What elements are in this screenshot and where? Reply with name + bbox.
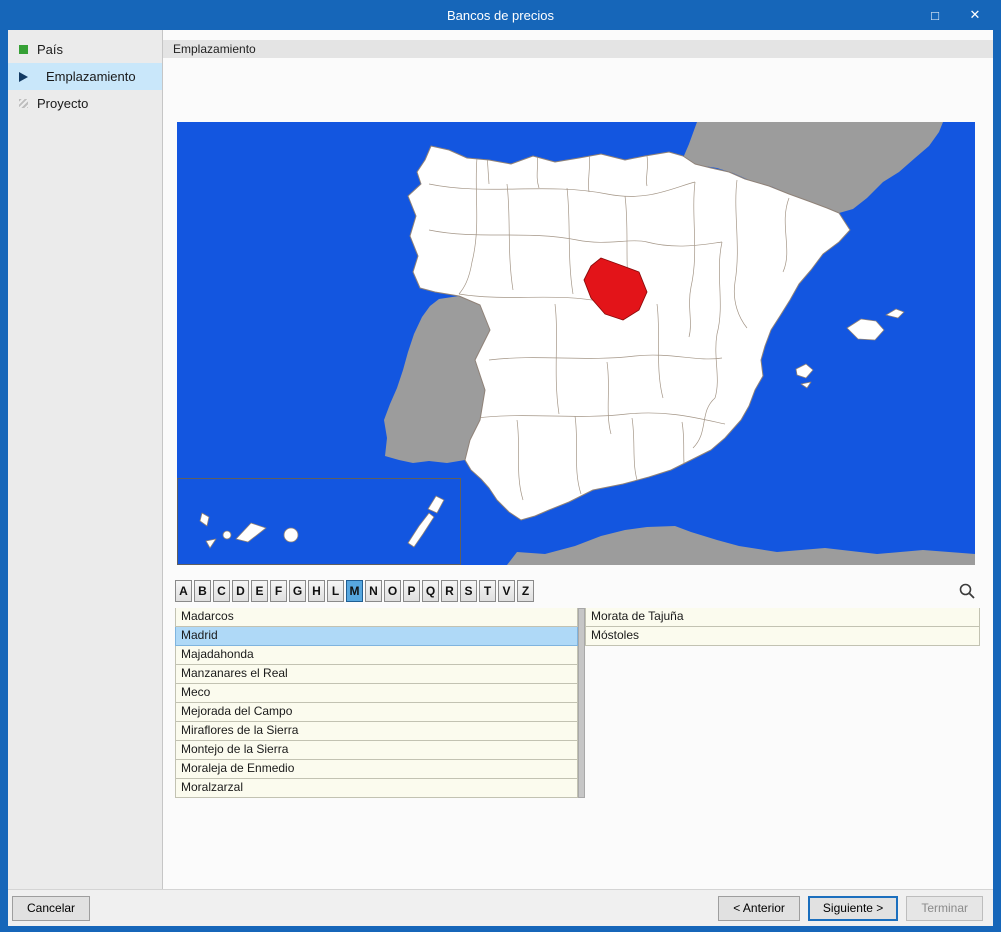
footer-bar: Cancelar < Anterior Siguiente > Terminar <box>8 889 993 926</box>
window-controls: □ ✕ <box>915 0 1001 30</box>
letter-button[interactable]: S <box>460 580 477 602</box>
letter-button[interactable]: V <box>498 580 515 602</box>
maximize-icon: □ <box>931 7 939 23</box>
scrollbar-thumb[interactable] <box>579 609 584 797</box>
letter-button[interactable]: Z <box>517 580 534 602</box>
titlebar[interactable]: Bancos de precios □ ✕ <box>0 0 1001 30</box>
step-label: Emplazamiento <box>46 69 136 84</box>
municipality-list: Madarcos Madrid Majadahonda Manzanares e… <box>175 608 980 798</box>
wizard-window: Bancos de precios □ ✕ País Emplazamiento… <box>0 0 1001 932</box>
municipality-item[interactable]: Manzanares el Real <box>175 665 578 684</box>
letter-button[interactable]: E <box>251 580 268 602</box>
completed-step-icon <box>19 45 28 54</box>
letter-button[interactable]: L <box>327 580 344 602</box>
letter-button[interactable]: H <box>308 580 325 602</box>
next-button[interactable]: Siguiente > <box>807 895 899 921</box>
sidebar-item-pais[interactable]: País <box>8 36 162 63</box>
letter-button[interactable]: T <box>479 580 496 602</box>
current-step-arrow-icon <box>19 71 37 82</box>
municipality-item[interactable]: Madrid <box>175 627 578 646</box>
step-label: Proyecto <box>37 96 89 111</box>
pending-step-icon <box>19 99 28 108</box>
municipality-column-1: Madarcos Madrid Majadahonda Manzanares e… <box>175 608 578 798</box>
letter-button[interactable]: M <box>346 580 363 602</box>
letter-button[interactable]: P <box>403 580 420 602</box>
letter-button[interactable]: N <box>365 580 382 602</box>
close-icon: ✕ <box>969 7 981 22</box>
spain-map[interactable] <box>177 122 975 565</box>
sidebar-item-emplazamiento[interactable]: Emplazamiento <box>8 63 162 90</box>
municipality-item[interactable]: Madarcos <box>175 608 578 627</box>
search-icon <box>959 583 975 599</box>
letter-button[interactable]: R <box>441 580 458 602</box>
letter-button[interactable]: Q <box>422 580 439 602</box>
list-scrollbar[interactable] <box>578 608 585 798</box>
letter-button[interactable]: D <box>232 580 249 602</box>
letter-button[interactable]: B <box>194 580 211 602</box>
close-button[interactable]: ✕ <box>955 0 995 30</box>
cancel-button[interactable]: Cancelar <box>12 895 91 921</box>
municipality-item[interactable]: Mejorada del Campo <box>175 703 578 722</box>
main-panel: Emplazamiento A B C D E F G H L M N O P … <box>163 30 993 889</box>
letter-row: A B C D E F G H L M N O P Q R S T V Z <box>175 580 980 602</box>
letter-filter-bar: A B C D E F G H L M N O P Q R S T V Z <box>175 580 534 602</box>
municipality-item[interactable]: Montejo de la Sierra <box>175 741 578 760</box>
section-header: Emplazamiento <box>163 40 993 58</box>
search-button[interactable] <box>956 580 978 602</box>
previous-button[interactable]: < Anterior <box>718 895 800 921</box>
letter-button[interactable]: A <box>175 580 192 602</box>
step-label: País <box>37 42 64 57</box>
section-header-label: Emplazamiento <box>173 42 256 56</box>
maximize-button[interactable]: □ <box>915 0 955 30</box>
sidebar-item-proyecto[interactable]: Proyecto <box>8 90 162 117</box>
municipality-item[interactable]: Majadahonda <box>175 646 578 665</box>
municipality-item[interactable]: Morata de Tajuña <box>585 608 980 627</box>
municipality-item[interactable]: Miraflores de la Sierra <box>175 722 578 741</box>
municipality-item[interactable]: Meco <box>175 684 578 703</box>
footer-right-buttons: < Anterior Siguiente > Terminar <box>718 895 983 921</box>
wizard-steps-sidebar: País Emplazamiento Proyecto <box>8 30 163 889</box>
finish-button: Terminar <box>906 895 983 921</box>
letter-button[interactable]: C <box>213 580 230 602</box>
municipality-item[interactable]: Moralzarzal <box>175 779 578 798</box>
municipality-column-2: Morata de Tajuña Móstoles <box>585 608 980 798</box>
app-body: País Emplazamiento Proyecto Emplazamient… <box>8 30 993 889</box>
letter-button[interactable]: O <box>384 580 401 602</box>
letter-button[interactable]: F <box>270 580 287 602</box>
municipality-item[interactable]: Moraleja de Enmedio <box>175 760 578 779</box>
municipality-item[interactable]: Móstoles <box>585 627 980 646</box>
letter-button[interactable]: G <box>289 580 306 602</box>
window-title: Bancos de precios <box>447 7 554 23</box>
